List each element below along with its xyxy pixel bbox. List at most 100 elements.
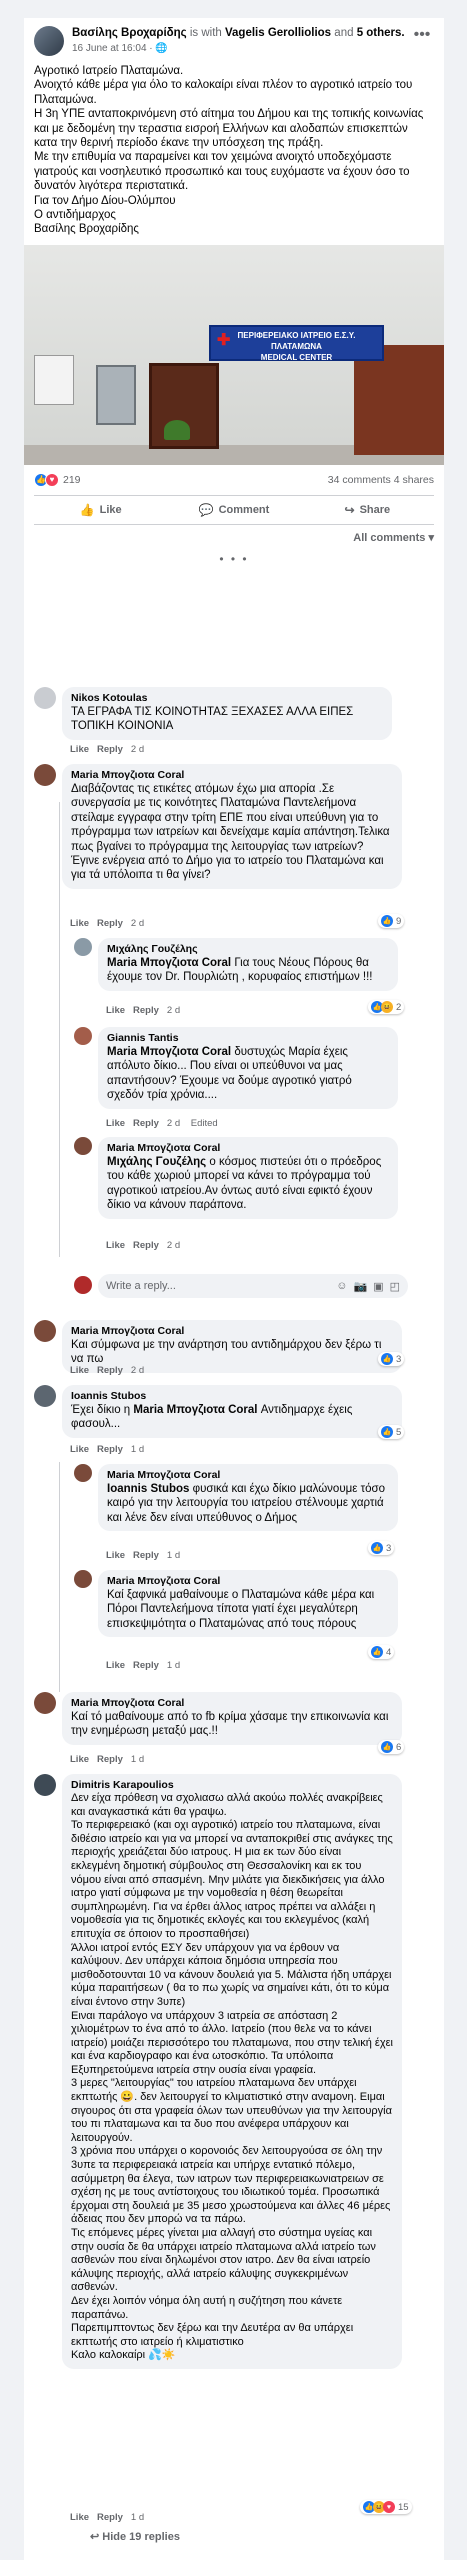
like-link[interactable]: Like bbox=[70, 1444, 89, 1455]
reply-link[interactable]: Reply bbox=[97, 1754, 123, 1765]
comment-bubble: Maria Μπογζιοτα Coral Καί τό μαθαίνουμε … bbox=[62, 1692, 402, 1745]
like-link[interactable]: Like bbox=[70, 744, 89, 755]
post-date[interactable]: 16 June at 16:04 · 🌐 bbox=[72, 43, 410, 54]
comment-reactions[interactable]: 👍 😆 2 bbox=[368, 1000, 405, 1014]
commenter-name[interactable]: Maria Μπογζιοτα Coral bbox=[71, 769, 393, 782]
comment-reactions[interactable]: 👍 4 bbox=[368, 1645, 395, 1659]
mention[interactable]: Μιχάλης Γουζέλης bbox=[107, 1156, 206, 1168]
mention[interactable]: Ioannis Stubos bbox=[107, 1483, 189, 1495]
commenter-name[interactable]: Maria Μπογζιοτα Coral bbox=[107, 1469, 389, 1482]
comment-time[interactable]: 1 d bbox=[131, 1444, 144, 1455]
love-reaction-icon: ♥ bbox=[383, 2501, 395, 2513]
load-more-dots-icon[interactable]: • • • bbox=[24, 550, 444, 572]
comment-time[interactable]: 2 d bbox=[131, 1365, 144, 1376]
reply-link[interactable]: Reply bbox=[133, 1240, 159, 1251]
comment-sort-dropdown[interactable]: All comments ▾ bbox=[24, 525, 444, 550]
mention[interactable]: Maria Μπογζιοτα Coral bbox=[107, 957, 231, 969]
post-photo[interactable]: ✚ ΠΕΡΙΦΕΡΕΙΑΚΟ ΙΑΤΡΕΙΟ Ε.Σ.Υ. ΠΛΑΤΑΜΩΝΑ … bbox=[24, 244, 444, 465]
emoji-icon[interactable]: ☺ bbox=[336, 1280, 347, 1293]
reply: Μιχάλης Γουζέλης Maria Μπογζιοτα Coral Γ… bbox=[74, 938, 398, 991]
like-link[interactable]: Like bbox=[106, 1118, 125, 1129]
commenter-avatar[interactable] bbox=[74, 1464, 92, 1482]
share-button[interactable]: ↪ Share bbox=[301, 496, 434, 524]
comment-time[interactable]: 1 d bbox=[131, 1754, 144, 1765]
comment-text: Δεν είχα πρόθεση να σχολιασω αλλά ακούω … bbox=[71, 1792, 393, 2362]
comment-reactions[interactable]: 👍 6 bbox=[378, 1740, 405, 1754]
comment-time[interactable]: 2 d bbox=[167, 1240, 180, 1251]
commenter-avatar[interactable] bbox=[74, 938, 92, 956]
like-link[interactable]: Like bbox=[70, 2512, 89, 2523]
reply-link[interactable]: Reply bbox=[97, 2512, 123, 2523]
tagged-person[interactable]: Vagelis Gerolliolios bbox=[225, 27, 331, 39]
sticker-icon[interactable]: ◰ bbox=[390, 1280, 400, 1293]
comment-bubble: Giannis Tantis Maria Μπογζιοτα Coral δυσ… bbox=[98, 1027, 398, 1109]
reaction-count[interactable]: 219 bbox=[63, 474, 81, 486]
reply-link[interactable]: Reply bbox=[133, 1550, 159, 1561]
mention[interactable]: Maria Μπογζιοτα Coral bbox=[107, 1046, 231, 1058]
comment-bubble: Dimitris Karapoulios Δεν είχα πρόθεση να… bbox=[62, 1774, 402, 2369]
comment-time[interactable]: 1 d bbox=[167, 1550, 180, 1561]
commenter-avatar[interactable] bbox=[74, 1570, 92, 1588]
commenter-avatar[interactable] bbox=[34, 1774, 56, 1796]
reaction-icons[interactable]: 👍 ♥ bbox=[34, 472, 59, 487]
commenter-avatar[interactable] bbox=[74, 1137, 92, 1155]
gif-icon[interactable]: ▣ bbox=[373, 1280, 383, 1293]
reply-link[interactable]: Reply bbox=[97, 1365, 123, 1376]
like-link[interactable]: Like bbox=[106, 1660, 125, 1671]
commenter-name[interactable]: Maria Μπογζιοτα Coral bbox=[107, 1142, 389, 1155]
comment-time[interactable]: 2 d bbox=[167, 1118, 180, 1129]
author-avatar[interactable] bbox=[34, 26, 64, 56]
reply-link[interactable]: Reply bbox=[97, 918, 123, 929]
like-link[interactable]: Like bbox=[106, 1550, 125, 1561]
comment-time[interactable]: 1 d bbox=[167, 1660, 180, 1671]
commenter-avatar[interactable] bbox=[34, 1692, 56, 1714]
comment-time[interactable]: 2 d bbox=[131, 744, 144, 755]
like-link[interactable]: Like bbox=[70, 918, 89, 929]
author-name[interactable]: Βασίλης Βροχαρίδης bbox=[72, 27, 187, 39]
comment-time[interactable]: 2 d bbox=[167, 1005, 180, 1016]
reply-link[interactable]: Reply bbox=[97, 1444, 123, 1455]
comment-reactions[interactable]: 👍 😆 ♥ 15 bbox=[360, 2500, 412, 2514]
comment-reactions[interactable]: 👍 9 bbox=[378, 914, 405, 928]
like-link[interactable]: Like bbox=[106, 1005, 125, 1016]
comment-reactions[interactable]: 👍 3 bbox=[378, 1352, 405, 1366]
like-link[interactable]: Like bbox=[70, 1365, 89, 1376]
comment-bubble: Nikos Kotoulas ΤΑ ΕΓΡΑΦΑ ΤΙΣ ΚΟΙΝΟΤΗΤΑΣ … bbox=[62, 687, 392, 740]
like-link[interactable]: Like bbox=[106, 1240, 125, 1251]
commenter-name[interactable]: Μιχάλης Γουζέλης bbox=[107, 943, 389, 956]
commenter-name[interactable]: Maria Μπογζιοτα Coral bbox=[71, 1325, 393, 1338]
commenter-avatar[interactable] bbox=[34, 764, 56, 786]
commenter-name[interactable]: Maria Μπογζιοτα Coral bbox=[71, 1697, 393, 1710]
like-button[interactable]: 👍 Like bbox=[34, 496, 167, 524]
reply-link[interactable]: Reply bbox=[133, 1005, 159, 1016]
tagged-others[interactable]: 5 others. bbox=[357, 27, 405, 39]
commenter-avatar[interactable] bbox=[34, 1385, 56, 1407]
commenter-avatar[interactable] bbox=[34, 687, 56, 709]
comment-time[interactable]: 1 d bbox=[131, 2512, 144, 2523]
commenter-name[interactable]: Giannis Tantis bbox=[107, 1032, 389, 1045]
comment-text: Maria Μπογζιοτα Coral Για τους Νέους Πόρ… bbox=[107, 957, 373, 984]
comment-button[interactable]: 💬 Comment bbox=[167, 496, 300, 524]
comments-shares-count[interactable]: 34 comments 4 shares bbox=[328, 474, 434, 486]
camera-icon[interactable]: 📷 bbox=[353, 1280, 367, 1293]
commenter-avatar[interactable] bbox=[34, 1320, 56, 1342]
comment-time[interactable]: 2 d bbox=[131, 918, 144, 929]
reply-input[interactable]: Write a reply... ☺ 📷 ▣ ◰ bbox=[98, 1274, 408, 1298]
comment-reactions[interactable]: 👍 3 bbox=[368, 1541, 395, 1555]
mention[interactable]: Maria Μπογζιοτα Coral bbox=[133, 1404, 257, 1416]
reply-link[interactable]: Reply bbox=[133, 1118, 159, 1129]
commenter-name[interactable]: Ioannis Stubos bbox=[71, 1390, 393, 1403]
commenter-name[interactable]: Nikos Kotoulas bbox=[71, 692, 383, 705]
author-line: Βασίλης Βροχαρίδης is with Vagelis Gerol… bbox=[72, 26, 410, 41]
thumbs-up-icon: 👍 bbox=[79, 502, 95, 517]
commenter-name[interactable]: Dimitris Karapoulios bbox=[71, 1779, 393, 1792]
reply-link[interactable]: Reply bbox=[133, 1660, 159, 1671]
like-link[interactable]: Like bbox=[70, 1754, 89, 1765]
more-dots-icon[interactable]: ••• bbox=[410, 26, 434, 56]
hide-replies-link[interactable]: ↩ Hide 19 replies bbox=[90, 2530, 180, 2543]
commenter-avatar[interactable] bbox=[74, 1027, 92, 1045]
comment-bubble: Μιχάλης Γουζέλης Maria Μπογζιοτα Coral Γ… bbox=[98, 938, 398, 991]
reply-link[interactable]: Reply bbox=[97, 744, 123, 755]
comment-reactions[interactable]: 👍 5 bbox=[378, 1425, 405, 1439]
commenter-name[interactable]: Maria Μπογζιοτα Coral bbox=[107, 1575, 389, 1588]
